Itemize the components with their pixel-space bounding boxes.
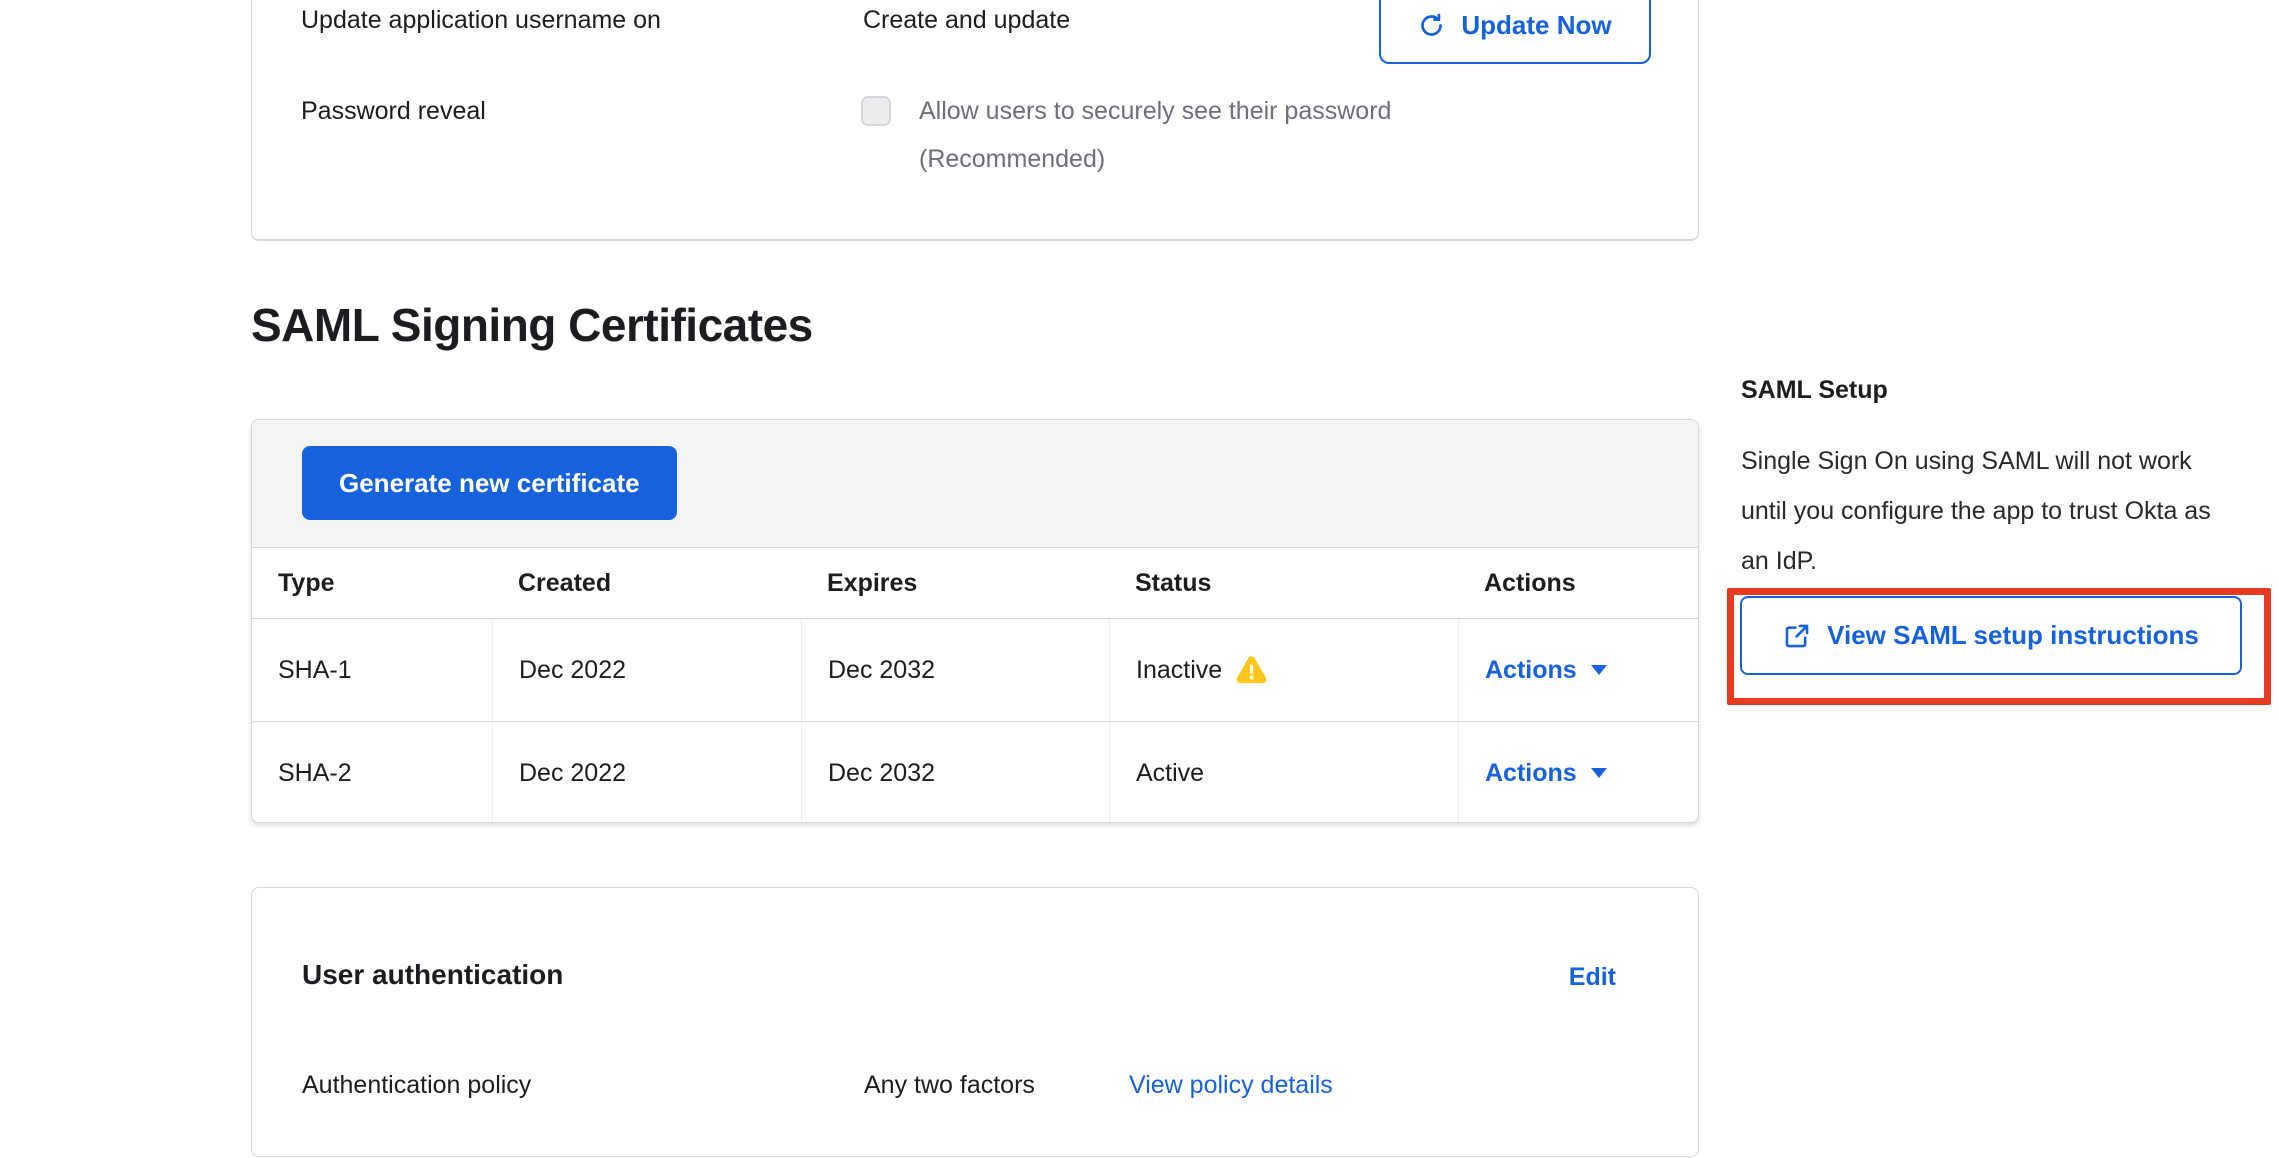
actions-dropdown[interactable]: Actions xyxy=(1485,656,1607,685)
column-header-created: Created xyxy=(492,548,801,618)
table-row: SHA-2 Dec 2022 Dec 2032 Active Actions xyxy=(252,721,1698,823)
view-saml-setup-instructions-label: View SAML setup instructions xyxy=(1827,620,2199,651)
cert-expires-cell: Dec 2032 xyxy=(801,619,1109,721)
cert-type-cell: SHA-1 xyxy=(252,619,492,721)
cert-type-cell: SHA-2 xyxy=(252,722,492,823)
update-now-button[interactable]: Update Now xyxy=(1379,0,1651,64)
column-header-type: Type xyxy=(252,548,492,618)
view-saml-setup-instructions-button[interactable]: View SAML setup instructions xyxy=(1740,596,2242,675)
cert-status-cell: Active xyxy=(1109,722,1458,823)
external-link-icon xyxy=(1783,622,1811,650)
cert-expires-cell: Dec 2032 xyxy=(801,722,1109,823)
password-reveal-checkbox[interactable] xyxy=(861,96,891,126)
actions-label: Actions xyxy=(1485,656,1577,685)
caret-down-icon xyxy=(1591,768,1607,778)
status-text: Active xyxy=(1136,759,1204,788)
password-reveal-description-line1: Allow users to securely see their passwo… xyxy=(919,91,1391,131)
refresh-icon xyxy=(1418,12,1445,39)
update-username-value: Create and update xyxy=(863,0,1070,40)
cert-created-cell: Dec 2022 xyxy=(492,722,801,823)
update-username-label: Update application username on xyxy=(301,0,661,40)
table-row: SHA-1 Dec 2022 Dec 2032 Inactive Actions xyxy=(252,619,1698,721)
column-header-expires: Expires xyxy=(801,548,1109,618)
warning-triangle-icon xyxy=(1236,656,1267,685)
column-header-status: Status xyxy=(1109,548,1458,618)
cert-actions-cell: Actions xyxy=(1458,722,1698,823)
sign-on-settings-card: Update application username on Create an… xyxy=(251,0,1699,241)
user-authentication-card: User authentication Edit Authentication … xyxy=(251,887,1699,1157)
user-authentication-heading: User authentication xyxy=(302,954,563,996)
cert-created-cell: Dec 2022 xyxy=(492,619,801,721)
actions-label: Actions xyxy=(1485,759,1577,788)
saml-setup-description: Single Sign On using SAML will not work … xyxy=(1741,436,2216,586)
saml-signing-certificates-heading: SAML Signing Certificates xyxy=(251,298,813,352)
password-reveal-label: Password reveal xyxy=(301,91,486,131)
view-policy-details-link[interactable]: View policy details xyxy=(1129,1065,1333,1105)
certificates-toolbar: Generate new certificate xyxy=(252,420,1698,548)
certificates-table-header: Type Created Expires Status Actions xyxy=(252,548,1698,619)
generate-certificate-button[interactable]: Generate new certificate xyxy=(302,446,677,520)
cert-status-cell: Inactive xyxy=(1109,619,1458,721)
actions-dropdown[interactable]: Actions xyxy=(1485,759,1607,788)
password-reveal-description-line2: (Recommended) xyxy=(919,139,1105,179)
update-now-label: Update Now xyxy=(1461,10,1611,41)
caret-down-icon xyxy=(1591,665,1607,675)
authentication-policy-value: Any two factors xyxy=(864,1065,1035,1105)
cert-actions-cell: Actions xyxy=(1458,619,1698,721)
status-text: Inactive xyxy=(1136,656,1222,685)
certificates-card: Generate new certificate Type Created Ex… xyxy=(251,419,1699,823)
saml-setup-heading: SAML Setup xyxy=(1741,374,1888,406)
edit-link[interactable]: Edit xyxy=(1569,959,1616,995)
column-header-actions: Actions xyxy=(1458,548,1698,618)
authentication-policy-label: Authentication policy xyxy=(302,1065,531,1105)
